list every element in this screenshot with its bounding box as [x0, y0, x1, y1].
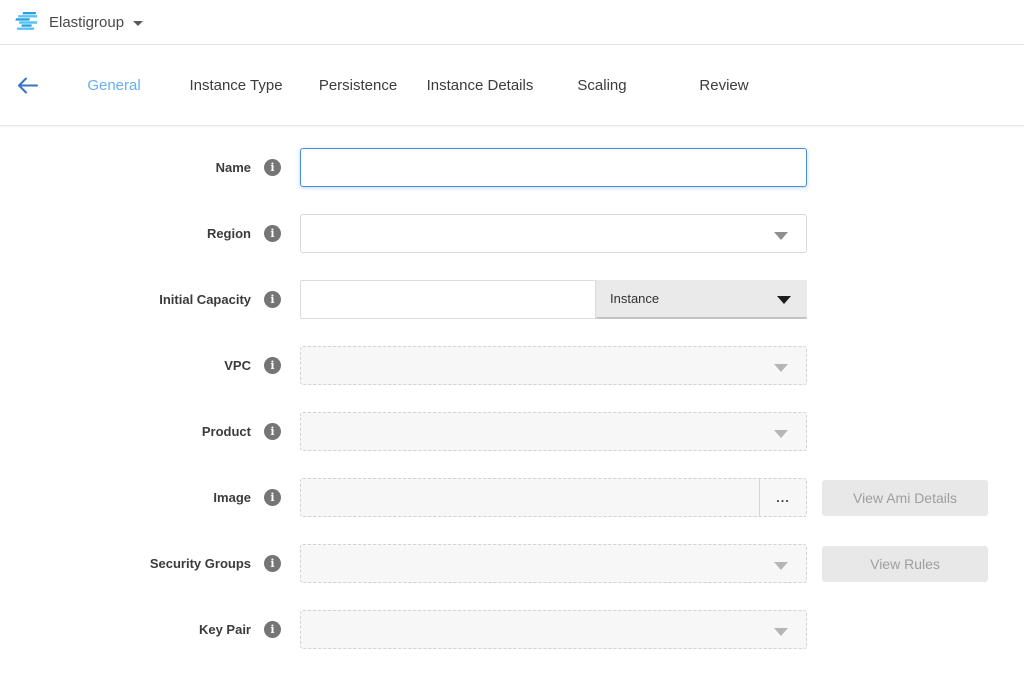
vpc-select	[300, 346, 807, 385]
capacity-unit-select[interactable]: Instance	[596, 280, 807, 319]
back-button[interactable]	[14, 72, 40, 98]
initial-capacity-label: Initial Capacity	[159, 292, 251, 307]
product-select	[300, 412, 807, 451]
security-groups-row: Security Groups i View Rules	[0, 544, 1024, 583]
app-switcher-dropdown[interactable]: Elastigroup	[49, 14, 143, 31]
info-icon[interactable]: i	[264, 489, 281, 506]
region-select[interactable]	[300, 214, 807, 253]
security-groups-label: Security Groups	[150, 556, 251, 571]
key-pair-label: Key Pair	[199, 622, 251, 637]
info-icon[interactable]: i	[264, 159, 281, 176]
chevron-down-icon	[774, 364, 788, 372]
tab-general[interactable]: General	[53, 77, 175, 94]
chevron-down-icon	[774, 232, 788, 240]
image-row: Image i ... View Ami Details	[0, 478, 1024, 517]
app-name: Elastigroup	[49, 14, 124, 31]
wizard-tabs: General Instance Type Persistence Instan…	[53, 77, 785, 94]
initial-capacity-row: Initial Capacity i Instance	[0, 280, 1024, 319]
view-rules-button[interactable]: View Rules	[822, 546, 988, 582]
top-bar: Elastigroup	[0, 0, 1024, 45]
chevron-down-icon	[774, 562, 788, 570]
tab-review[interactable]: Review	[663, 77, 785, 94]
general-settings-form: Name i Region i Initial Capacity i	[0, 126, 1024, 649]
vpc-label: VPC	[224, 358, 251, 373]
chevron-down-icon	[133, 21, 143, 26]
product-label: Product	[202, 424, 251, 439]
name-row: Name i	[0, 148, 1024, 187]
name-input[interactable]	[300, 148, 807, 187]
view-ami-details-button[interactable]: View Ami Details	[822, 480, 988, 516]
chevron-down-icon	[774, 430, 788, 438]
name-label: Name	[216, 160, 251, 175]
region-row: Region i	[0, 214, 1024, 253]
chevron-down-icon	[777, 296, 791, 304]
tab-instance-type[interactable]: Instance Type	[175, 77, 297, 94]
info-icon[interactable]: i	[264, 291, 281, 308]
capacity-unit-value: Instance	[610, 291, 659, 306]
wizard-tab-bar: General Instance Type Persistence Instan…	[0, 45, 1024, 126]
image-field: ...	[300, 478, 807, 517]
security-groups-select	[300, 544, 807, 583]
key-pair-select	[300, 610, 807, 649]
info-icon[interactable]: i	[264, 225, 281, 242]
tab-scaling[interactable]: Scaling	[541, 77, 663, 94]
image-label: Image	[213, 490, 251, 505]
image-browse-button[interactable]: ...	[759, 479, 806, 516]
region-label: Region	[207, 226, 251, 241]
back-arrow-icon	[17, 77, 38, 94]
info-icon[interactable]: i	[264, 357, 281, 374]
info-icon[interactable]: i	[264, 555, 281, 572]
key-pair-row: Key Pair i	[0, 610, 1024, 649]
chevron-down-icon	[774, 628, 788, 636]
initial-capacity-input[interactable]	[300, 280, 596, 319]
tab-persistence[interactable]: Persistence	[297, 77, 419, 94]
tab-instance-details[interactable]: Instance Details	[419, 77, 541, 94]
info-icon[interactable]: i	[264, 621, 281, 638]
product-row: Product i	[0, 412, 1024, 451]
elastigroup-logo-icon	[14, 12, 40, 33]
vpc-row: VPC i	[0, 346, 1024, 385]
info-icon[interactable]: i	[264, 423, 281, 440]
